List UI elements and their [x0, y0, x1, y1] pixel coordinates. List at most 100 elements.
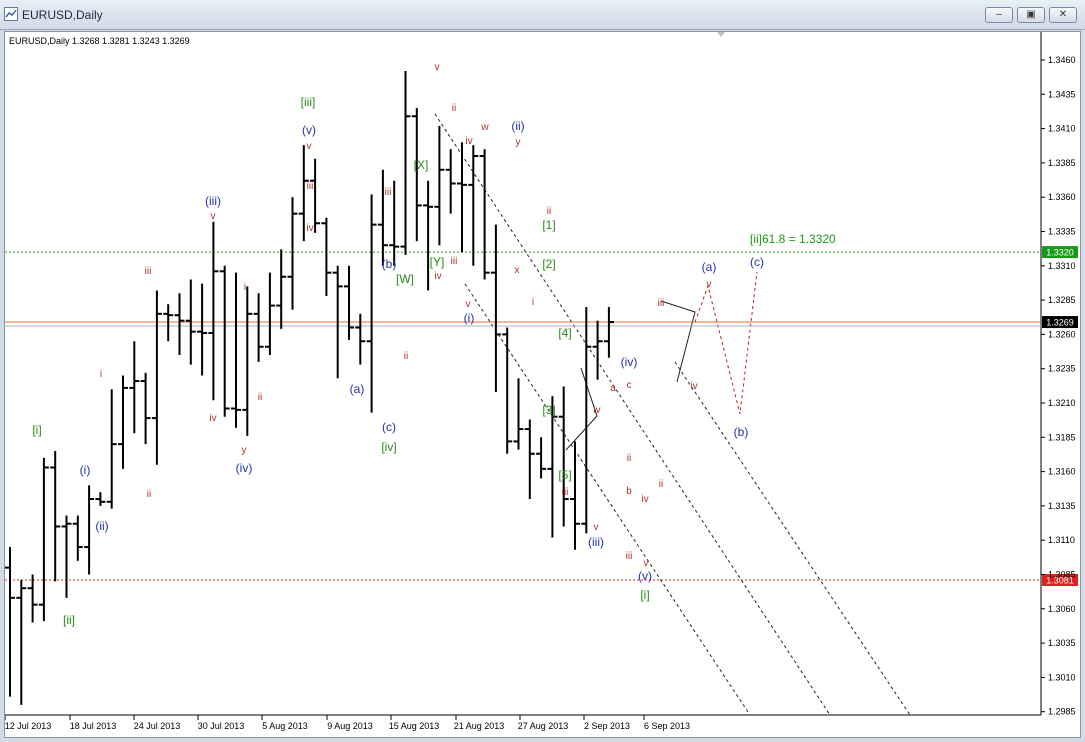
- wave-label: (v): [638, 569, 652, 583]
- x-tick-label: 18 Jul 2013: [70, 721, 117, 731]
- wave-label: [ii]: [63, 613, 75, 627]
- wave-label: (c): [382, 420, 396, 434]
- y-tick-label: 1.3360: [1048, 192, 1076, 202]
- y-tick-label: 1.3435: [1048, 89, 1076, 99]
- x-tick-label: 2 Sep 2013: [584, 721, 630, 731]
- wave-label: [iv]: [381, 440, 396, 454]
- x-tick-label: 27 Aug 2013: [518, 721, 569, 731]
- y-tick-label: 1.3460: [1048, 55, 1076, 65]
- y-tick-label: 1.2985: [1048, 707, 1076, 717]
- close-icon: ✕: [1058, 9, 1068, 20]
- wave-label: (iv): [621, 355, 638, 369]
- wave-label: ii: [404, 351, 408, 362]
- price-chart[interactable]: EURUSD,Daily 1.3268 1.3281 1.3243 1.3269…: [4, 32, 1080, 737]
- wave-label: b: [626, 486, 632, 497]
- y-tick-label: 1.3410: [1048, 124, 1076, 134]
- y-tick-label: 1.3160: [1048, 467, 1076, 477]
- chart-window-icon: [4, 7, 18, 21]
- symbol-caption: EURUSD,Daily 1.3268 1.3281 1.3243 1.3269: [9, 36, 190, 46]
- level-price-label: 1.3320: [1046, 248, 1074, 258]
- restore-icon: ▣: [1026, 9, 1036, 20]
- x-tick-label: 24 Jul 2013: [134, 721, 181, 731]
- wave-label: iii: [562, 487, 569, 498]
- wave-label: (iii): [205, 194, 221, 208]
- wave-label: [Y]: [430, 255, 445, 269]
- x-tick-label: 15 Aug 2013: [389, 721, 440, 731]
- wave-label: iii: [307, 181, 314, 192]
- wave-label: [iii]: [301, 95, 316, 109]
- wave-label: [i]: [32, 423, 41, 437]
- wave-label: ii: [452, 103, 456, 114]
- wave-label: i: [100, 369, 102, 380]
- minimize-icon: –: [996, 9, 1002, 20]
- x-tick-label: 12 Jul 2013: [5, 721, 51, 731]
- wave-label: v: [707, 279, 712, 290]
- wave-label: iii: [451, 256, 458, 267]
- wave-label: iv: [306, 223, 313, 234]
- wave-label: iii: [626, 551, 633, 562]
- wave-label: (iv): [236, 461, 253, 475]
- fibonacci-annotation: [ii]61.8 = 1.3320: [750, 232, 836, 246]
- wave-label: (c): [750, 255, 764, 269]
- window-titlebar: EURUSD,Daily – ▣ ✕: [0, 0, 1085, 30]
- x-tick-label: 6 Sep 2013: [644, 721, 690, 731]
- wave-label: iv: [465, 136, 472, 147]
- y-tick-label: 1.3310: [1048, 261, 1076, 271]
- wave-label: ii: [627, 453, 631, 464]
- y-tick-label: 1.3385: [1048, 158, 1076, 168]
- y-tick-label: 1.3335: [1048, 227, 1076, 237]
- y-tick-label: 1.3285: [1048, 295, 1076, 305]
- wave-label: v: [307, 141, 312, 152]
- wave-label: y: [242, 445, 247, 456]
- wave-label: ii: [258, 392, 262, 403]
- wave-label: i: [532, 297, 534, 308]
- y-tick-label: 1.3010: [1048, 672, 1076, 682]
- wave-label: iv: [209, 413, 216, 424]
- y-tick-label: 1.3135: [1048, 501, 1076, 511]
- minimize-button[interactable]: –: [985, 7, 1013, 23]
- wave-label: ii: [147, 489, 151, 500]
- y-tick-label: 1.3110: [1048, 535, 1075, 545]
- wave-label: v: [644, 558, 649, 569]
- wave-label: iii: [658, 298, 665, 309]
- close-button[interactable]: ✕: [1049, 7, 1077, 23]
- wave-label: [5]: [558, 468, 571, 482]
- wave-label: c: [627, 380, 632, 391]
- wave-label: a: [610, 383, 616, 394]
- x-tick-label: 5 Aug 2013: [262, 721, 308, 731]
- wave-label: (b): [382, 257, 397, 271]
- wave-label: iv: [641, 494, 648, 505]
- window-title: EURUSD,Daily: [22, 8, 103, 22]
- wave-label: [3]: [542, 403, 555, 417]
- y-tick-label: 1.3035: [1048, 638, 1076, 648]
- wave-label: v: [211, 211, 216, 222]
- wave-label: i: [244, 282, 246, 293]
- wave-label: v: [435, 62, 440, 73]
- wave-label: iv: [690, 381, 697, 392]
- y-tick-label: 1.3185: [1048, 432, 1076, 442]
- wave-label: (a): [702, 260, 717, 274]
- y-tick-label: 1.3060: [1048, 604, 1076, 614]
- wave-label: [4]: [558, 326, 571, 340]
- wave-label: w: [480, 122, 489, 133]
- wave-label: v: [594, 522, 599, 533]
- wave-label: (ii): [511, 119, 524, 133]
- level-price-label: 1.3269: [1046, 318, 1074, 328]
- wave-label: iii: [145, 266, 152, 277]
- wave-label: (v): [302, 123, 316, 137]
- wave-label: iii: [385, 187, 392, 198]
- chart-area[interactable]: EURUSD,Daily 1.3268 1.3281 1.3243 1.3269…: [4, 31, 1081, 738]
- x-tick-label: 30 Jul 2013: [198, 721, 245, 731]
- wave-label: (i): [80, 463, 91, 477]
- x-tick-label: 9 Aug 2013: [327, 721, 373, 731]
- wave-label: [X]: [414, 158, 429, 172]
- y-tick-label: 1.3085: [1048, 570, 1076, 580]
- restore-button[interactable]: ▣: [1017, 7, 1045, 23]
- wave-label: iv: [593, 405, 600, 416]
- wave-label: [W]: [396, 272, 414, 286]
- wave-label: (i): [464, 311, 475, 325]
- wave-label: ii: [547, 206, 551, 217]
- y-tick-label: 1.3235: [1048, 364, 1076, 374]
- x-tick-label: 21 Aug 2013: [454, 721, 505, 731]
- wave-label: (a): [350, 382, 365, 396]
